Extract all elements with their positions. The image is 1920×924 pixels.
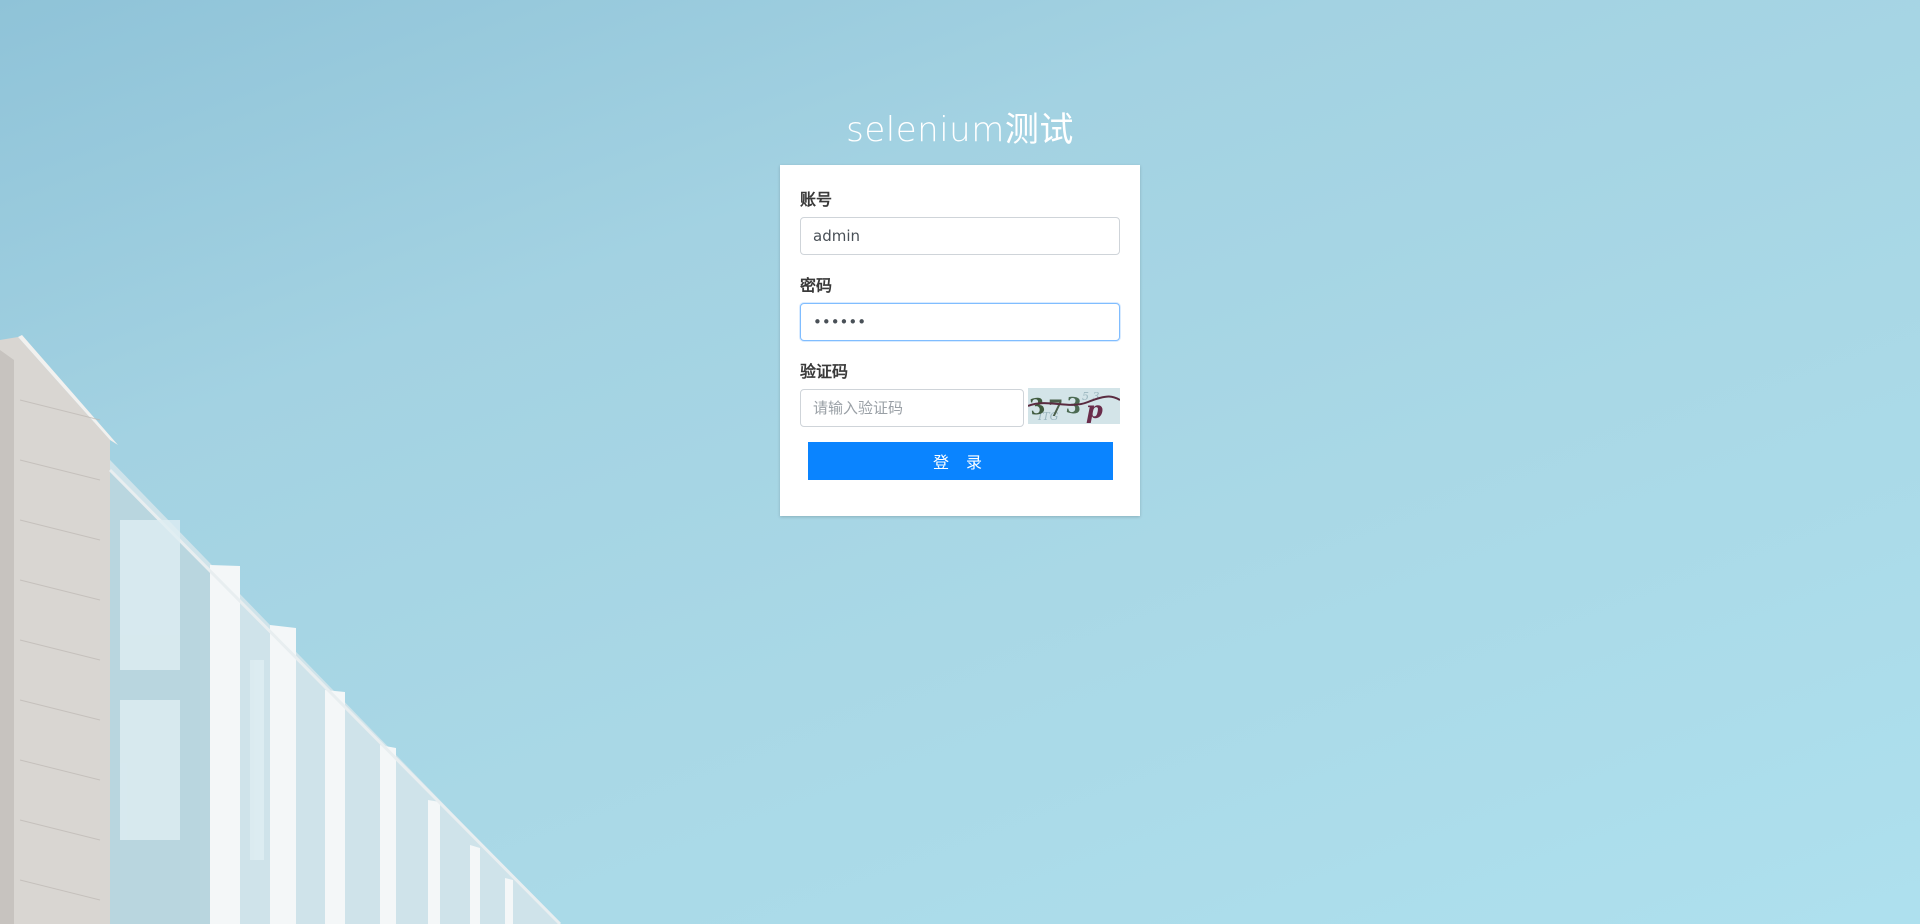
svg-text:3: 3 (1065, 392, 1083, 419)
password-label: 密码 (800, 276, 833, 295)
login-button[interactable]: 登 录 (808, 442, 1113, 480)
svg-text:7: 7 (1048, 396, 1063, 422)
account-label: 账号 (800, 190, 833, 209)
captcha-label: 验证码 (800, 362, 849, 381)
captcha-image[interactable]: ITG 5 3 3 7 3 p (1028, 388, 1120, 424)
login-card: 账号 密码 验证码 ITG 5 3 3 7 3 p 登 录 (780, 165, 1140, 516)
account-input[interactable] (800, 217, 1120, 255)
password-input[interactable] (800, 303, 1120, 341)
page-title: selenium测试 (846, 110, 1074, 150)
captcha-input[interactable] (800, 389, 1024, 427)
